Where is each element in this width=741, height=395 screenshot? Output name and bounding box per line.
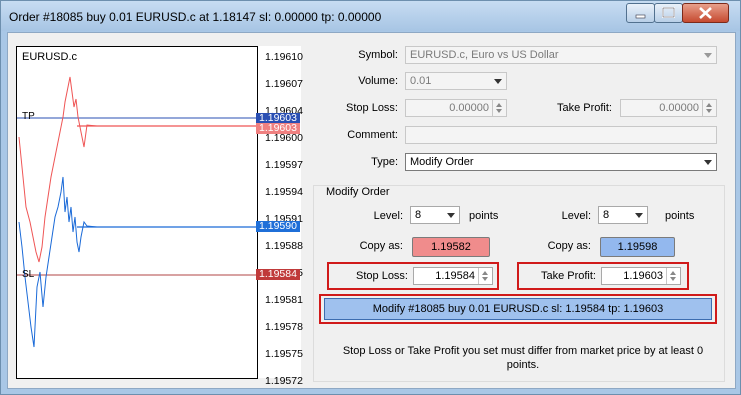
sl-level-label: Level: (373, 210, 403, 222)
chevron-down-icon (635, 213, 643, 218)
type-label: Type: (371, 156, 398, 168)
take-profit-field[interactable]: 0.00000 (620, 99, 717, 117)
price-chart: EURUSD.c TP SL 1.19610 1.19607 1.19604 1.19… (16, 46, 303, 387)
price-tick: 1.19572 (265, 375, 303, 387)
volume-label: Volume: (358, 75, 398, 87)
price-tick: 1.19594 (265, 186, 303, 198)
order-window: Order #18085 buy 0.01 EURUSD.c at 1.1814… (0, 0, 741, 395)
window-title: Order #18085 buy 0.01 EURUSD.c at 1.1814… (9, 10, 382, 24)
price-tick: 1.19610 (265, 51, 303, 63)
chart-frame: EURUSD.c TP SL (16, 46, 258, 379)
chevron-down-icon (704, 160, 712, 165)
bid-price-line (18, 176, 98, 348)
close-button[interactable] (682, 3, 729, 23)
tp-value: 1.19603 (623, 270, 663, 282)
price-tick: 1.19607 (265, 78, 303, 90)
tp-field[interactable]: 1.19603 (601, 267, 681, 285)
sl-label: Stop Loss: (356, 270, 408, 282)
chart-lines (17, 76, 257, 348)
chart-symbol: EURUSD.c (22, 51, 78, 63)
price-tick: 1.19575 (265, 348, 303, 360)
type-select[interactable]: Modify Order (405, 153, 717, 171)
sl-field[interactable]: 1.19584 (413, 267, 493, 285)
title-bar[interactable]: Order #18085 buy 0.01 EURUSD.c at 1.1814… (1, 1, 740, 31)
take-profit-label: Take Profit: (556, 102, 612, 114)
sl-points-label: points (469, 210, 499, 222)
modify-order-title: Modify Order (323, 186, 393, 198)
tp-level-select[interactable]: 8 (598, 206, 648, 224)
close-icon (683, 4, 728, 22)
maximize-icon (655, 4, 682, 22)
symbol-select[interactable]: EURUSD.c, Euro vs US Dollar (405, 46, 717, 64)
sl-level-select[interactable]: 8 (410, 206, 460, 224)
chevron-down-icon (447, 213, 455, 218)
tp-copy-label: Copy as: (547, 240, 591, 252)
tp-level-value: 8 (603, 209, 610, 221)
price-tick: 1.19581 (265, 294, 303, 306)
tp-label: Take Profit: (540, 270, 596, 282)
stepper-icon[interactable] (702, 100, 716, 116)
stop-loss-value: 0.00000 (449, 102, 489, 114)
sl-copy-button[interactable]: 1.19582 (412, 237, 490, 257)
price-tick: 1.19588 (265, 240, 303, 252)
volume-value: 0.01 (410, 75, 432, 87)
stop-loss-label: Stop Loss: (346, 102, 398, 114)
type-value: Modify Order (410, 156, 474, 168)
maximize-button[interactable] (654, 3, 683, 23)
minimize-button[interactable] (626, 3, 655, 23)
sl-line-label: SL (22, 269, 35, 280)
tp-line-label: TP (22, 111, 35, 122)
stepper-icon[interactable] (492, 100, 506, 116)
chevron-down-icon (704, 53, 712, 58)
comment-label: Comment: (347, 129, 398, 141)
volume-select[interactable]: 0.01 (405, 72, 507, 90)
take-profit-value: 0.00000 (659, 102, 699, 114)
ask-price-line (18, 76, 98, 263)
sl-copy-label: Copy as: (359, 240, 403, 252)
tp-copy-button[interactable]: 1.19598 (600, 237, 675, 257)
stepper-icon[interactable] (666, 268, 680, 284)
sl-price-tag: 1.19584 (256, 269, 300, 280)
symbol-label: Symbol: (358, 49, 398, 61)
stepper-icon[interactable] (478, 268, 492, 284)
bid-price-tag: 1.19590 (256, 221, 300, 232)
sl-level-value: 8 (415, 209, 422, 221)
minimize-icon (627, 4, 654, 22)
chevron-down-icon (494, 79, 502, 84)
tp-level-label: Level: (561, 210, 591, 222)
price-tick: 1.19597 (265, 159, 303, 171)
tp-points-label: points (665, 210, 695, 222)
distance-note: Stop Loss or Take Profit you set must di… (342, 345, 704, 371)
modify-button[interactable]: Modify #18085 buy 0.01 EURUSD.c sl: 1.19… (324, 298, 712, 320)
comment-field[interactable] (405, 126, 717, 144)
symbol-value: EURUSD.c, Euro vs US Dollar (410, 49, 559, 61)
ask-price-tag: 1.19603 (256, 123, 300, 134)
order-form: Symbol: EURUSD.c, Euro vs US Dollar Volu… (305, 43, 725, 383)
dialog-client: EURUSD.c TP SL 1.19610 1.19607 1.19604 1.19… (7, 32, 736, 389)
price-tick: 1.19578 (265, 321, 303, 333)
stop-loss-field[interactable]: 0.00000 (405, 99, 507, 117)
sl-value: 1.19584 (435, 270, 475, 282)
